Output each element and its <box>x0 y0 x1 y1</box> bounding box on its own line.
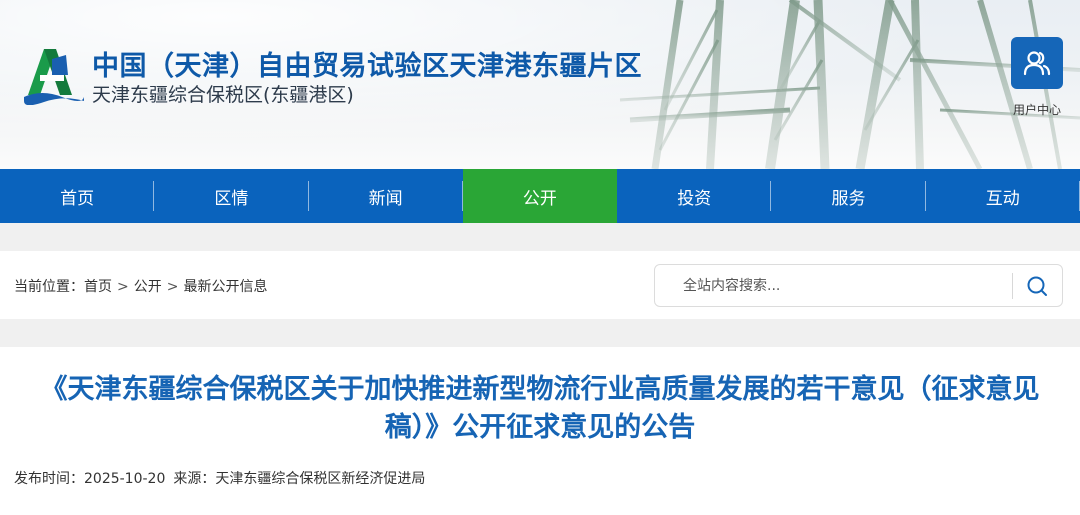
breadcrumb-separator: > <box>117 279 129 295</box>
nav-item-label: 首页 <box>60 188 95 209</box>
nav-item-label: 互动 <box>985 188 1020 209</box>
breadcrumb-public[interactable]: 公开 <box>134 279 162 295</box>
search-divider <box>1012 273 1013 299</box>
nav-item-public[interactable]: 公开 <box>462 169 618 223</box>
user-group-icon <box>1023 51 1051 76</box>
breadcrumb-separator: > <box>166 279 179 295</box>
breadcrumb-home[interactable]: 首页 <box>84 279 112 295</box>
breadcrumb-prefix: 当前位置： <box>14 279 84 295</box>
user-icon-box[interactable] <box>1011 37 1063 89</box>
nav-item-label: 投资 <box>677 188 712 209</box>
nav-item-news[interactable]: 新闻 <box>309 169 463 223</box>
source-info: 来源：天津东疆综合保税区新经济促进局 <box>173 471 425 487</box>
source-label: 来源： <box>173 471 216 487</box>
dongjiang-logo <box>24 49 84 105</box>
nav-item-investment[interactable]: 投资 <box>617 169 772 223</box>
search-input[interactable] <box>667 273 1007 299</box>
location-bar: 当前位置：首页 > 公开 > 最新公开信息 <box>0 251 1080 319</box>
article-meta: 发布时间：2025-10-20 来源：天津东疆综合保税区新经济促进局 <box>14 468 433 488</box>
breadcrumb: 当前位置：首页 > 公开 > 最新公开信息 <box>14 276 267 296</box>
site-header: 中国（天津）自由贸易试验区天津港东疆片区 天津东疆综合保税区(东疆港区) 用户中… <box>0 0 1080 169</box>
nav-item-overview[interactable]: 区情 <box>154 169 309 223</box>
port-cranes-illustration <box>619 0 1080 169</box>
breadcrumb-latest-info[interactable]: 最新公开信息 <box>183 279 267 295</box>
publish-date: 2025-10-20 <box>84 471 166 487</box>
nav-item-label: 服务 <box>831 188 866 209</box>
search-button[interactable] <box>1021 272 1053 300</box>
article-title: 《天津东疆综合保税区关于加快推进新型物流行业高质量发展的若干意见（征求意见稿）》… <box>40 374 1040 443</box>
publish-info: 发布时间：2025-10-20 <box>14 471 165 487</box>
main-nav: 首页 区情 新闻 公开 投资 服务 互动 <box>0 169 1080 223</box>
nav-item-home[interactable]: 首页 <box>0 169 155 223</box>
source-value: 天津东疆综合保税区新经济促进局 <box>215 471 426 487</box>
nav-item-interaction[interactable]: 互动 <box>926 169 1080 223</box>
user-center-button[interactable]: 用户中心 <box>1006 37 1068 118</box>
site-search <box>654 264 1063 307</box>
site-title: 中国（天津）自由贸易试验区天津港东疆片区 <box>92 51 642 82</box>
publish-label: 发布时间： <box>14 471 84 487</box>
nav-item-service[interactable]: 服务 <box>771 169 926 223</box>
nav-item-label: 公开 <box>522 188 557 209</box>
user-center-label[interactable]: 用户中心 <box>1006 101 1068 118</box>
nav-item-label: 区情 <box>214 188 249 209</box>
nav-item-label: 新闻 <box>368 188 403 209</box>
site-subtitle: 天津东疆综合保税区(东疆港区) <box>92 84 354 106</box>
search-icon <box>1027 276 1047 296</box>
